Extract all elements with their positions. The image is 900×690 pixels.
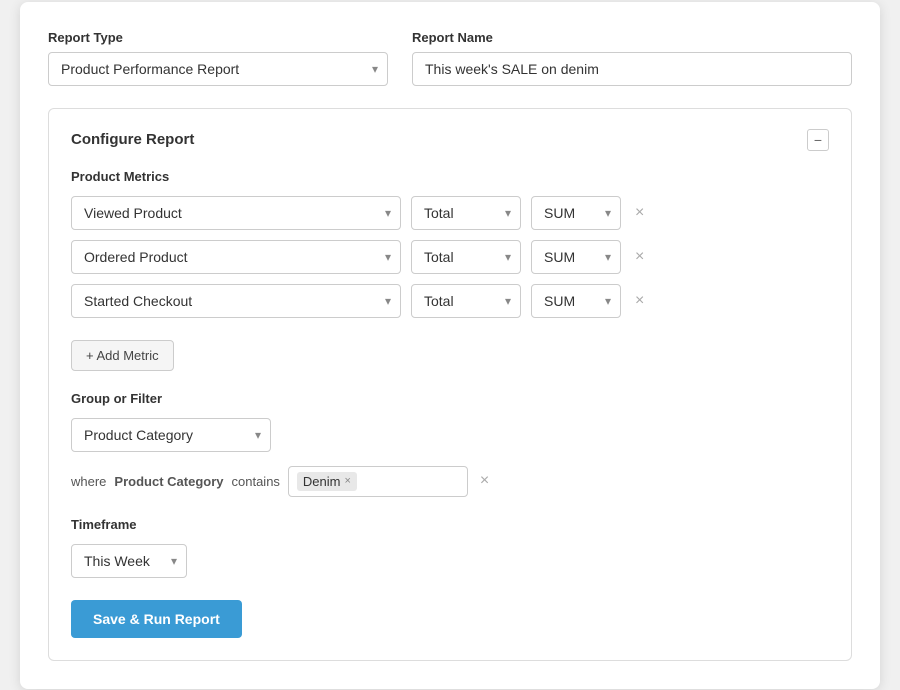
ordered-product-func-wrapper: SUM AVG COUNT ▾ <box>531 240 621 274</box>
viewed-product-agg-wrapper: Total Unique ▾ <box>411 196 521 230</box>
viewed-product-remove-button[interactable]: × <box>631 203 648 223</box>
group-filter-select[interactable]: Product Category Product Name Product Pr… <box>71 418 271 452</box>
group-filter-row: Product Category Product Name Product Pr… <box>71 418 829 452</box>
report-type-group: Report Type Product Performance Report O… <box>48 30 388 86</box>
configure-card: Configure Report − Product Metrics Viewe… <box>48 108 852 661</box>
collapse-icon: − <box>814 132 822 148</box>
where-prefix-text: where <box>71 474 106 489</box>
top-row: Report Type Product Performance Report O… <box>48 30 852 86</box>
report-type-select-wrapper: Product Performance Report Other Report … <box>48 52 388 86</box>
viewed-product-select-wrapper: Viewed Product Ordered Product Started C… <box>71 196 401 230</box>
configure-header: Configure Report − <box>71 129 829 151</box>
save-run-button[interactable]: Save & Run Report <box>71 600 242 638</box>
denim-tag: Denim × <box>297 472 357 491</box>
metric-row-viewed-product: Viewed Product Ordered Product Started C… <box>71 196 829 230</box>
timeframe-section: Timeframe This Week Last Week This Month… <box>71 517 829 578</box>
where-suffix-text: contains <box>232 474 280 489</box>
tag-input-container[interactable]: Denim × <box>288 466 468 497</box>
started-checkout-remove-button[interactable]: × <box>631 291 648 311</box>
viewed-product-agg-select[interactable]: Total Unique <box>411 196 521 230</box>
configure-title: Configure Report <box>71 131 194 148</box>
where-bold-text: Product Category <box>114 474 223 489</box>
viewed-product-func-select[interactable]: SUM AVG COUNT <box>531 196 621 230</box>
timeframe-select-wrapper: This Week Last Week This Month Last Mont… <box>71 544 187 578</box>
ordered-product-agg-wrapper: Total Unique ▾ <box>411 240 521 274</box>
started-checkout-agg-select[interactable]: Total Unique <box>411 284 521 318</box>
where-row: where Product Category contains Denim × … <box>71 466 829 497</box>
metric-row-ordered-product: Viewed Product Ordered Product Started C… <box>71 240 829 274</box>
report-name-label: Report Name <box>412 30 852 45</box>
report-type-select[interactable]: Product Performance Report Other Report <box>48 52 388 86</box>
ordered-product-remove-button[interactable]: × <box>631 247 648 267</box>
started-checkout-select[interactable]: Viewed Product Ordered Product Started C… <box>71 284 401 318</box>
where-row-remove-button[interactable]: × <box>476 471 493 491</box>
denim-tag-value: Denim <box>303 474 341 489</box>
product-metrics-label: Product Metrics <box>71 169 829 184</box>
ordered-product-agg-select[interactable]: Total Unique <box>411 240 521 274</box>
metric-row-started-checkout: Viewed Product Ordered Product Started C… <box>71 284 829 318</box>
group-filter-label: Group or Filter <box>71 391 829 406</box>
report-name-group: Report Name <box>412 30 852 86</box>
ordered-product-func-select[interactable]: SUM AVG COUNT <box>531 240 621 274</box>
ordered-product-select-wrapper: Viewed Product Ordered Product Started C… <box>71 240 401 274</box>
group-filter-select-wrapper: Product Category Product Name Product Pr… <box>71 418 271 452</box>
report-name-input[interactable] <box>412 52 852 86</box>
add-metric-button[interactable]: + Add Metric <box>71 340 174 371</box>
main-card: Report Type Product Performance Report O… <box>20 2 880 689</box>
viewed-product-select[interactable]: Viewed Product Ordered Product Started C… <box>71 196 401 230</box>
report-type-label: Report Type <box>48 30 388 45</box>
started-checkout-agg-wrapper: Total Unique ▾ <box>411 284 521 318</box>
started-checkout-func-wrapper: SUM AVG COUNT ▾ <box>531 284 621 318</box>
collapse-button[interactable]: − <box>807 129 829 151</box>
ordered-product-select[interactable]: Viewed Product Ordered Product Started C… <box>71 240 401 274</box>
timeframe-select[interactable]: This Week Last Week This Month Last Mont… <box>71 544 187 578</box>
viewed-product-func-wrapper: SUM AVG COUNT ▾ <box>531 196 621 230</box>
started-checkout-func-select[interactable]: SUM AVG COUNT <box>531 284 621 318</box>
denim-tag-remove-icon[interactable]: × <box>345 475 351 487</box>
started-checkout-select-wrapper: Viewed Product Ordered Product Started C… <box>71 284 401 318</box>
timeframe-label: Timeframe <box>71 517 829 532</box>
